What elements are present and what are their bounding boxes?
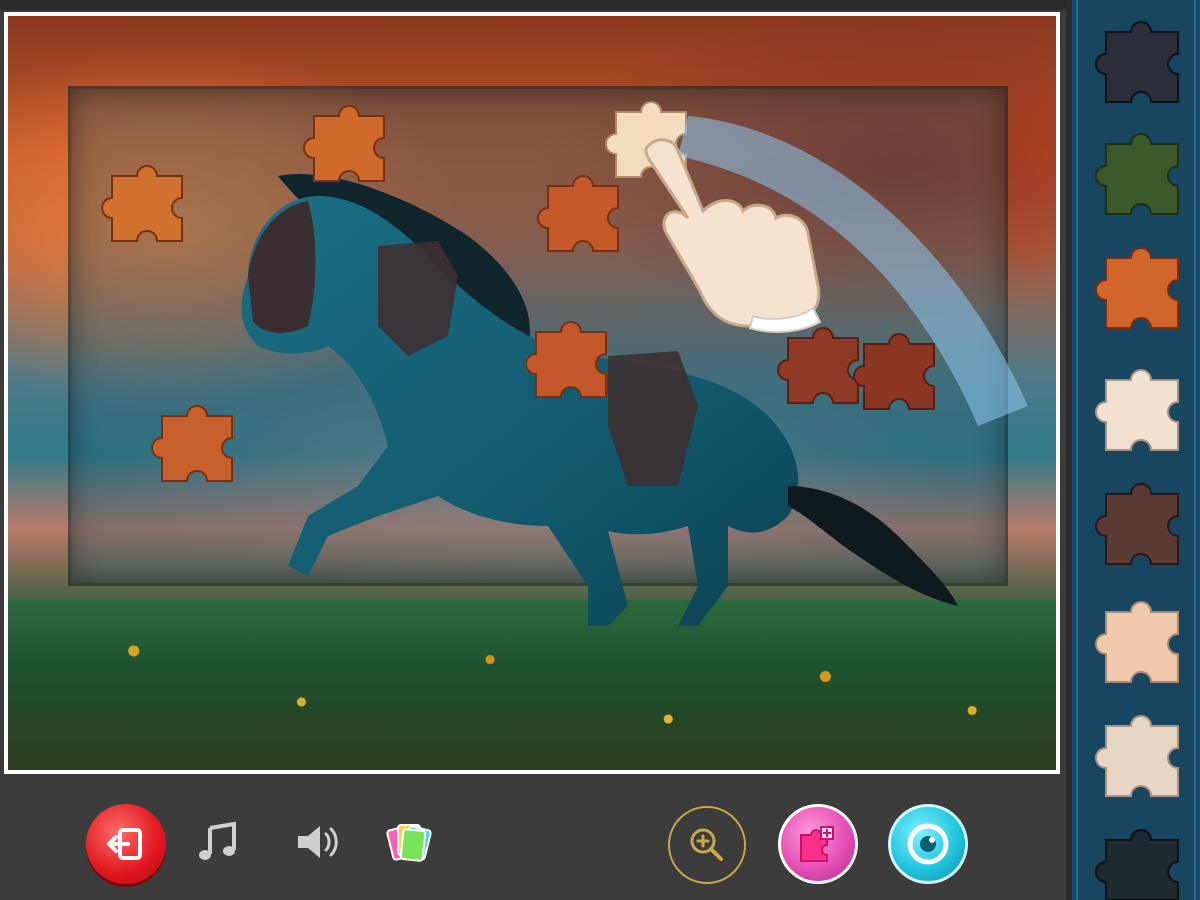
loose-puzzle-piece[interactable]: [92, 156, 202, 256]
puzzle-pieces-icon: [800, 826, 834, 862]
tray-piece[interactable]: [1088, 822, 1198, 900]
puzzle-game: [0, 0, 1200, 900]
loose-puzzle-piece[interactable]: [142, 396, 252, 496]
loose-puzzle-piece[interactable]: [294, 96, 404, 196]
tray-piece[interactable]: [1088, 594, 1198, 694]
piece-tray-scroll[interactable]: [1076, 0, 1196, 900]
zoom-button[interactable]: [668, 806, 746, 884]
puzzle-piece-icon: [1095, 601, 1179, 683]
piece-tray[interactable]: [1066, 0, 1200, 900]
tray-piece[interactable]: [1088, 14, 1198, 114]
tray-piece[interactable]: [1088, 362, 1198, 462]
puzzle-piece-icon: [1095, 715, 1179, 797]
exit-button[interactable]: [86, 804, 166, 884]
puzzle-piece-icon: [1095, 133, 1179, 215]
puzzle-piece-icon: [1095, 483, 1179, 565]
puzzle-piece-icon: [1095, 247, 1179, 329]
bottom-toolbar: [0, 774, 1066, 900]
top-strip: [0, 0, 1066, 10]
puzzle-board[interactable]: [8, 16, 1056, 770]
speaker-icon: [298, 826, 338, 858]
music-button[interactable]: [196, 820, 240, 864]
tray-piece[interactable]: [1088, 126, 1198, 226]
pieces-button[interactable]: [778, 804, 858, 884]
puzzle-piece-icon: [1095, 369, 1179, 451]
tray-piece[interactable]: [1088, 476, 1198, 576]
hand-pointer-icon: [644, 138, 822, 333]
puzzle-piece-icon: [1095, 829, 1179, 900]
cards-icon: [386, 824, 432, 862]
eye-icon: [907, 823, 949, 865]
tray-piece[interactable]: [1088, 240, 1198, 340]
puzzle-piece-icon: [1095, 21, 1179, 103]
music-note-icon: [199, 821, 236, 860]
preview-button[interactable]: [888, 804, 968, 884]
backgrounds-button[interactable]: [384, 816, 436, 868]
tray-piece[interactable]: [1088, 708, 1198, 808]
sound-button[interactable]: [294, 820, 342, 864]
zoom-in-icon: [690, 828, 723, 861]
exit-icon: [107, 828, 142, 860]
loose-puzzle-piece[interactable]: [516, 312, 626, 412]
puzzle-board-frame: [4, 12, 1060, 774]
